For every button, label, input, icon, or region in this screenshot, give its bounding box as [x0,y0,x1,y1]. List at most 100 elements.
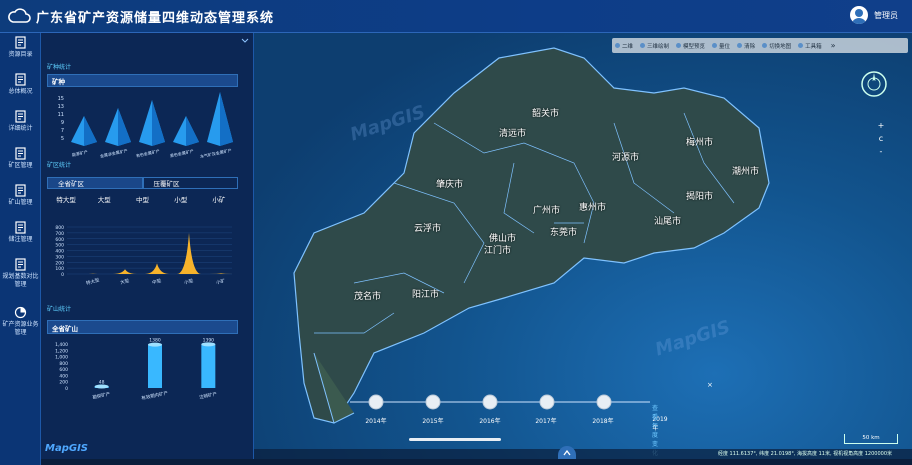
year-timeline: 2014年 2015年 2016年 2017年 2018年 2019年 查看年度… [350,385,668,457]
scale-small[interactable]: 小型 [162,191,200,221]
chevron-up-icon [563,449,571,455]
tab-label: 压覆矿区 [153,180,180,188]
timeline-node[interactable] [425,394,441,410]
x-tick-label: 勘探矿产 [92,390,112,401]
toolbar-2d[interactable]: 二维 [612,42,637,50]
city-label[interactable]: 河源市 [612,150,639,163]
timeline-node[interactable] [596,394,612,410]
nav-item-business[interactable]: 矿产资源业务管理 [0,303,41,351]
mapgis-logo: MapGIS [45,443,88,454]
y-tick-label: 0 [65,386,68,392]
peak-mark [113,269,137,274]
timeline-close-icon[interactable]: × [707,381,713,389]
city-label[interactable]: 肇庆市 [436,177,463,190]
scale-medium[interactable]: 中型 [123,191,161,221]
city-label[interactable]: 阳江市 [412,287,439,300]
compass-icon[interactable] [860,70,888,98]
y-tick-label: 0 [61,272,64,278]
x-tick-label: 注销矿产 [198,390,218,401]
mine-chart: 1,4001,2001,0008006004002000 48 勘探矿产 1380 有效… [55,337,218,401]
city-label[interactable]: 清远市 [499,126,526,139]
area-section-title: 矿区统计 [47,162,72,169]
nav-item-resource-catalog[interactable]: 资源目录 [0,33,41,70]
y-tick-label: 9 [61,120,64,126]
toolbar-measure[interactable]: 量位 [709,42,734,50]
nav-item-overview[interactable]: 总体概况 [0,70,41,107]
area-chart: 8007006005004003002001000 特大型 大型 中型 小型 小矿 [55,225,233,287]
toolbar-more-button[interactable]: » [826,41,841,50]
pyramid-bar-shade [186,116,199,146]
city-label[interactable]: 汕尾市 [654,214,681,227]
mine-box-title: 全省矿山 [48,321,237,333]
app-root: 广东省矿产资源储量四维动态管理系统 管理员 资源目录 总体概况 详细统计 矿区管… [0,0,912,465]
year-label[interactable]: 2016年 [479,416,500,425]
toolbar-model-preview[interactable]: 模型预览 [673,42,709,50]
city-label[interactable]: 梅州市 [686,135,713,148]
toolbar-toolbox[interactable]: 工具箱 [795,42,826,50]
status-bar: 经度 111.6137°, 纬度 21.0198°, 海拔高度 11米, 视机视… [254,449,912,459]
year-label[interactable]: 2017年 [535,416,556,425]
toolbar-switch-map[interactable]: 切换地图 [759,42,795,50]
scale-mini[interactable]: 小矿 [200,191,238,221]
city-label[interactable]: 揭阳市 [686,189,713,202]
city-label[interactable]: 云浮市 [414,221,441,234]
nav-item-mine[interactable]: 矿山管理 [0,181,41,218]
timeline-node[interactable] [539,394,555,410]
nav-item-registration[interactable]: 储注管理 [0,218,41,255]
year-label[interactable]: 2018年 [592,416,613,425]
city-label[interactable]: 茂名市 [354,289,381,302]
mineral-section-title: 矿种统计 [47,64,72,71]
tab-province-areas[interactable]: 全省矿区 [47,177,143,189]
reset-view-button[interactable]: c [876,132,886,145]
y-tick-label: 200 [59,380,68,386]
nav-item-detailed-stats[interactable]: 详细统计 [0,107,41,144]
x-tick-label: 水气矿及金属矿产 [199,147,232,158]
nav-label: 储注管理 [8,236,33,243]
nav-label: 总体概况 [8,88,33,95]
data-label: 1390 [203,337,215,343]
scale-label: 特大型 [56,196,76,204]
city-label[interactable]: 江门市 [484,243,511,256]
expand-panel-button[interactable] [558,446,576,459]
tab-overlaid-areas[interactable]: 压覆矿区 [142,177,238,189]
scale-extra-large[interactable]: 特大型 [47,191,85,221]
zoom-out-button[interactable]: - [876,145,886,158]
app-header: 广东省矿产资源储量四维动态管理系统 管理员 [0,0,912,33]
collapse-icon[interactable] [241,38,249,44]
nav-item-mining-area[interactable]: 矿区管理 [0,144,41,181]
nav-label: 矿产资源业务管理 [2,321,39,336]
toolbar-3d-draw[interactable]: 三维绘制 [637,42,673,50]
toolbar-clear[interactable]: 清除 [734,42,759,50]
pyramid-bar-shade [152,100,165,146]
city-label[interactable]: 韶关市 [532,106,559,119]
nav-label: 矿山管理 [8,199,33,206]
y-tick-label: 1,000 [55,355,68,361]
pie-chart-icon [14,306,27,319]
scale-large[interactable]: 大型 [85,191,123,221]
city-label[interactable]: 惠州市 [579,200,606,213]
scale-label: 大型 [97,196,111,204]
city-label[interactable]: 广州市 [533,203,560,216]
city-label[interactable]: 潮州市 [732,164,759,177]
nav-item-planning-comparison[interactable]: 规划基数对比管理 [0,255,41,303]
horizontal-scroll-handle[interactable] [409,438,501,441]
y-tick-label: 100 [55,266,64,272]
map-toolbar: 二维 三维绘制 模型预览 量位 清除 切换地图 工具箱 » [612,38,908,53]
year-label[interactable]: 2015年 [422,416,443,425]
map-view[interactable]: 清远市 韶关市 河源市 梅州市 潮州市 揭阳市 汕尾市 惠州市 东莞市 广州市 … [254,33,912,459]
x-tick-label: 能源矿产 [71,148,88,157]
user-menu[interactable]: 管理员 [850,6,898,24]
mine-box-head: 全省矿山 [47,320,238,334]
y-tick-label: 400 [59,373,68,379]
document-icon [15,110,26,123]
mineral-chart: 15 13 11 9 7 5 能源矿产 金属非金属矿产 有色金属矿产 黑色金属矿产 水气矿及金属矿产 [58,92,233,158]
peak-mark [145,263,169,274]
y-tick-label: 500 [55,243,64,249]
x-tick-label: 特大型 [85,276,100,286]
timeline-node[interactable] [368,394,384,410]
year-label[interactable]: 2014年 [365,416,386,425]
timeline-node[interactable] [482,394,498,410]
data-label: 48 [99,379,105,385]
zoom-in-button[interactable]: + [876,119,886,132]
city-label[interactable]: 东莞市 [550,225,577,238]
